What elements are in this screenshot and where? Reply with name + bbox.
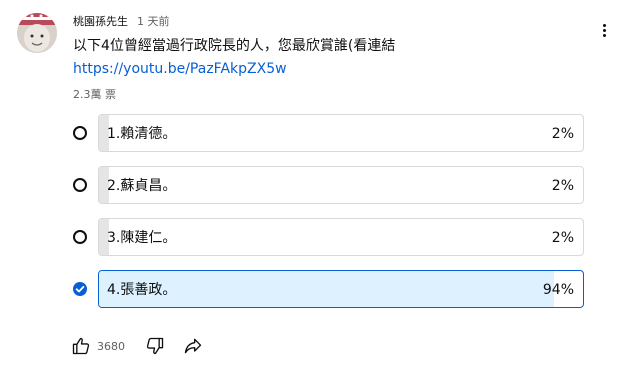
radio-unchecked-icon[interactable] [73, 230, 87, 244]
poll-option-label: 1.賴清德。 [107, 126, 177, 142]
poll-option-bar: 2.蘇貞昌。 2% [98, 166, 584, 204]
poll-option-percent: 2% [551, 230, 574, 246]
like-count: 3680 [97, 339, 125, 353]
thumb-up-icon[interactable] [70, 335, 92, 357]
share-icon[interactable] [182, 335, 204, 357]
radio-checked-icon[interactable] [73, 282, 87, 296]
poll-option-bar: 4.張善政。 94% [98, 270, 584, 308]
poll-option-bar: 3.陳建仁。 2% [98, 218, 584, 256]
post-header: 桃園孫先生 1 天前 [73, 13, 170, 29]
poll-option-4[interactable]: 4.張善政。 94% [70, 270, 585, 308]
avatar[interactable] [17, 13, 57, 53]
poll-option-1[interactable]: 1.賴清德。 2% [70, 114, 585, 152]
post-time[interactable]: 1 天前 [137, 13, 170, 29]
thumb-down-icon[interactable] [144, 335, 166, 357]
poll-option-3[interactable]: 3.陳建仁。 2% [70, 218, 585, 256]
poll-option-percent: 2% [551, 178, 574, 194]
post-link[interactable]: https://youtu.be/PazFAkpZX5w [73, 59, 287, 79]
more-vert-icon[interactable] [596, 24, 612, 42]
poll-option-label: 4.張善政。 [107, 282, 177, 298]
poll-option-percent: 2% [551, 126, 574, 142]
vote-count: 2.3萬 票 [73, 88, 116, 101]
poll-option-percent: 94% [542, 282, 574, 298]
post-text: 以下4位曾經當過行政院長的人，您最欣賞誰(看連結 [73, 38, 396, 54]
poll-option-label: 2.蘇貞昌。 [107, 178, 177, 194]
poll-option-label: 3.陳建仁。 [107, 230, 177, 246]
poll-option-bar: 1.賴清德。 2% [98, 114, 584, 152]
poll-option-2[interactable]: 2.蘇貞昌。 2% [70, 166, 585, 204]
action-bar: 3680 [70, 334, 204, 358]
radio-unchecked-icon[interactable] [73, 126, 87, 140]
radio-unchecked-icon[interactable] [73, 178, 87, 192]
author-name[interactable]: 桃園孫先生 [73, 13, 128, 29]
